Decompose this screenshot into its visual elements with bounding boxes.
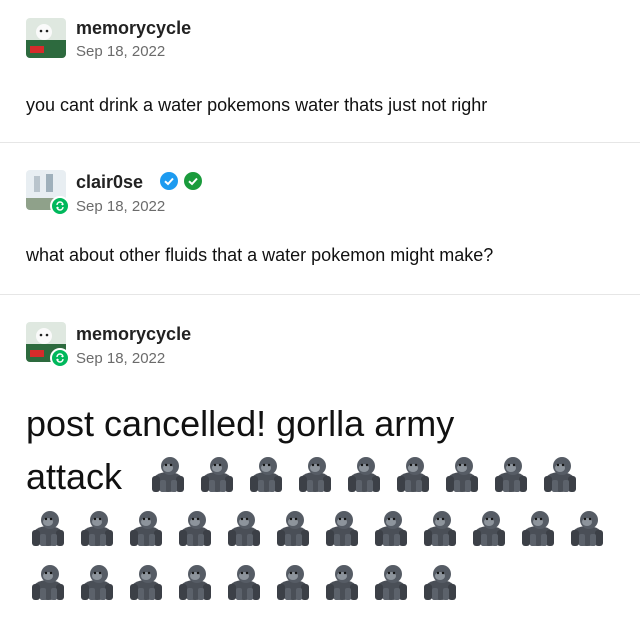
post-1-body: you cant drink a water pokemons water th… (26, 95, 488, 115)
gorilla-icon (152, 457, 184, 492)
post-2-date[interactable]: Sep 18, 2022 (76, 198, 165, 215)
post-2-username[interactable]: clair0se (76, 172, 143, 193)
gorilla-icon (375, 511, 407, 546)
gorilla-icon (424, 565, 456, 600)
post-2-body: what about other fluids that a water pok… (26, 245, 494, 265)
post-3-body-line1: post cancelled! gorlla army (26, 403, 455, 444)
gorilla-icon (522, 511, 554, 546)
post-1-date[interactable]: Sep 18, 2022 (76, 43, 165, 60)
gorilla-icon (32, 565, 64, 600)
gorilla-icon (130, 511, 162, 546)
verified-blue-icon (160, 172, 178, 190)
gorilla-icon (201, 457, 233, 492)
gorilla-icon (495, 457, 527, 492)
gorilla-icon (277, 565, 309, 600)
gorilla-icon (326, 511, 358, 546)
gorilla-icon (179, 565, 211, 600)
gorilla-icon (348, 457, 380, 492)
reblog-icon (50, 196, 70, 216)
gorilla-icon (299, 457, 331, 492)
gorilla-icon (544, 457, 576, 492)
reblog-icon (50, 348, 70, 368)
gorilla-icon (326, 565, 358, 600)
gorilla-icon (277, 511, 309, 546)
divider-1 (0, 142, 640, 143)
gorilla-icon (397, 457, 429, 492)
divider-2 (0, 294, 640, 295)
gorilla-icon (179, 511, 211, 546)
verified-green-icon (184, 172, 202, 190)
gorilla-icon (32, 511, 64, 546)
gorilla-icon (424, 511, 456, 546)
gorilla-icon (250, 457, 282, 492)
avatar-memorycycle[interactable] (26, 18, 66, 58)
post-3-date[interactable]: Sep 18, 2022 (76, 350, 165, 367)
gorilla-icon (130, 565, 162, 600)
gorilla-icon (81, 565, 113, 600)
post-3-body-line2: attack (26, 456, 123, 497)
gorilla-icon (375, 565, 407, 600)
gorilla-icon (473, 511, 505, 546)
post-1-username[interactable]: memorycycle (76, 18, 191, 39)
gorilla-icon (228, 511, 260, 546)
post-3-username[interactable]: memorycycle (76, 324, 191, 345)
gorilla-icon (571, 511, 603, 546)
gorilla-icon (81, 511, 113, 546)
gorilla-icon (228, 565, 260, 600)
gorilla-icon (446, 457, 478, 492)
